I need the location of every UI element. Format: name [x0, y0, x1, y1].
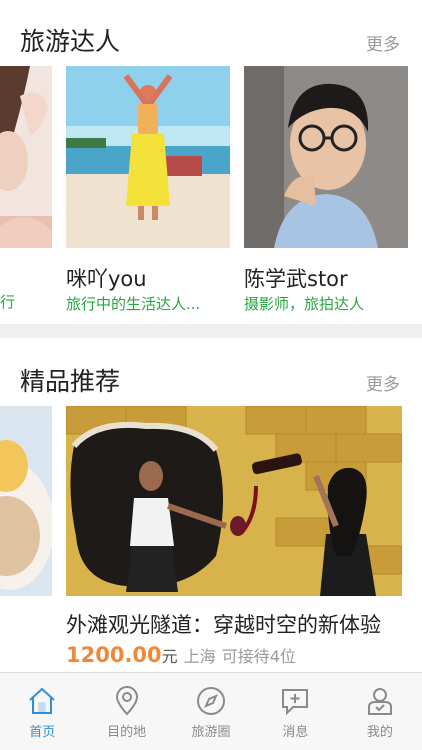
- tab-home[interactable]: 首页: [0, 673, 84, 750]
- featured-price-row: 1200.00元 上海 可接待4位: [66, 643, 296, 667]
- message-icon: [282, 689, 309, 716]
- featured-carousel[interactable]: 外滩观光隧道：穿越时空的新体验 1200.00元 上海 可接待4位: [0, 338, 422, 672]
- tab-home-label: 首页: [29, 725, 56, 740]
- user-icon: [367, 688, 392, 715]
- featured-item-title: 外滩观光隧道：穿越时空的新体验: [66, 613, 381, 637]
- tab-mine-label: 我的: [366, 725, 393, 740]
- expert-card-photo-1[interactable]: [0, 66, 52, 248]
- home-icon: [29, 687, 55, 714]
- tab-travel-circle[interactable]: 旅游圈: [169, 673, 253, 750]
- featured-capacity: 可接待4位: [221, 647, 296, 666]
- featured-price: 1200.00: [66, 643, 162, 667]
- expert-card-name-3: 陈学武stor: [244, 267, 348, 291]
- featured-card-photo[interactable]: [66, 406, 402, 596]
- expert-card-name-2: 咪吖you: [66, 267, 147, 291]
- bottom-tab-bar: 首页 目的地 旅游圈 消息 我的: [0, 672, 422, 750]
- featured-card-photo-prev[interactable]: [0, 406, 52, 596]
- section-divider: [0, 324, 422, 338]
- expert-card-desc-1: 行: [0, 293, 16, 311]
- location-pin-icon: [115, 686, 138, 716]
- expert-card-desc-2: 旅行中的生活达人...: [66, 295, 201, 313]
- tab-mine[interactable]: 我的: [338, 673, 422, 750]
- tab-messages[interactable]: 消息: [253, 673, 337, 750]
- compass-icon: [197, 687, 226, 715]
- expert-card-desc-3: 摄影师，旅拍达人: [244, 295, 365, 313]
- expert-card-photo-2[interactable]: [66, 66, 230, 248]
- expert-card-photo-3[interactable]: [244, 66, 408, 248]
- tab-destination[interactable]: 目的地: [84, 673, 168, 750]
- experts-carousel[interactable]: 行 咪吖you 旅行中的生活达人... 陈学武stor 摄影师，旅拍达人: [0, 0, 422, 324]
- tab-messages-label: 消息: [282, 725, 309, 740]
- tab-travel-circle-label: 旅游圈: [191, 725, 231, 740]
- featured-price-unit: 元: [161, 647, 178, 666]
- featured-city: 上海: [183, 647, 216, 666]
- tab-destination-label: 目的地: [107, 725, 147, 740]
